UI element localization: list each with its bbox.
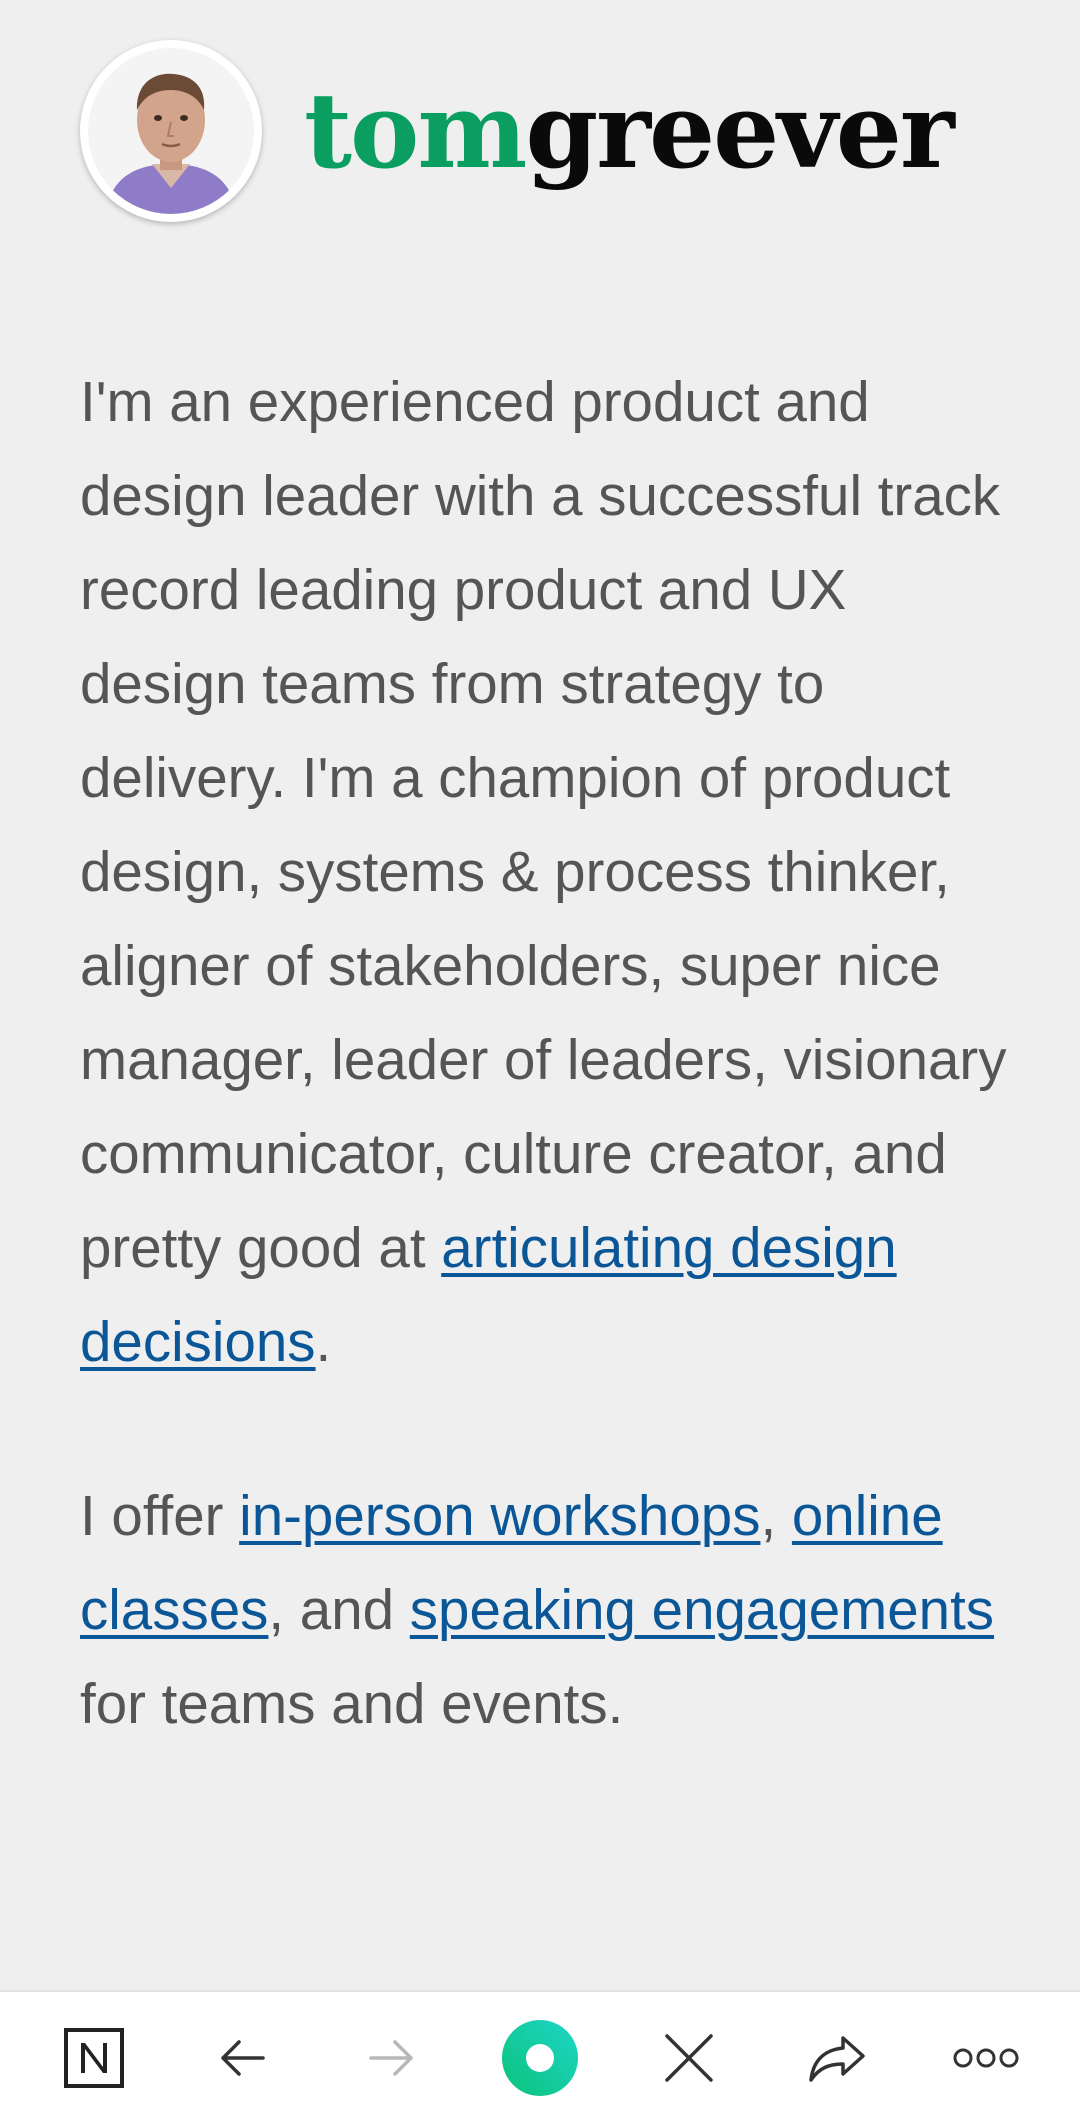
intro-paragraph: I'm an experienced product and design le… [80, 355, 1010, 1389]
forward-arrow-icon [369, 2039, 414, 2076]
site-header: tomgreever [80, 40, 955, 222]
offer-separator-2: , and [268, 1578, 410, 1641]
more-icon [953, 2048, 1019, 2067]
avatar-photo [88, 48, 254, 214]
offer-suffix: for teams and events. [80, 1672, 624, 1735]
intro-tail: . [315, 1310, 332, 1373]
back-arrow-icon [221, 2039, 265, 2076]
browser-toolbar [0, 1990, 1080, 2123]
notion-icon [64, 2027, 125, 2088]
offer-separator-1: , [760, 1484, 792, 1547]
in-person-workshops-link[interactable]: in-person workshops [239, 1484, 760, 1547]
avatar[interactable] [80, 40, 262, 222]
offer-prefix: I offer [80, 1484, 240, 1547]
speaking-engagements-link[interactable]: speaking engagements [410, 1578, 994, 1641]
close-button[interactable] [639, 2008, 739, 2108]
notion-button[interactable] [44, 2008, 144, 2108]
close-icon [664, 2033, 713, 2082]
web-page: tomgreever I'm an experienced product an… [0, 0, 1080, 1990]
intro-text: I'm an experienced product and design le… [80, 370, 1007, 1279]
share-icon [809, 2035, 865, 2082]
main-content: I'm an experienced product and design le… [80, 355, 1010, 1831]
more-button[interactable] [936, 2008, 1036, 2108]
site-logo[interactable]: tomgreever [304, 79, 955, 183]
share-button[interactable] [787, 2008, 887, 2108]
brand-first-name: tom [304, 69, 527, 192]
home-button[interactable] [490, 2008, 590, 2108]
offer-paragraph: I offer in-person workshops, online clas… [80, 1469, 1010, 1751]
home-circle-icon [501, 2019, 578, 2096]
back-button[interactable] [193, 2008, 293, 2108]
forward-button[interactable] [341, 2008, 441, 2108]
brand-last-name: greever [525, 69, 954, 192]
